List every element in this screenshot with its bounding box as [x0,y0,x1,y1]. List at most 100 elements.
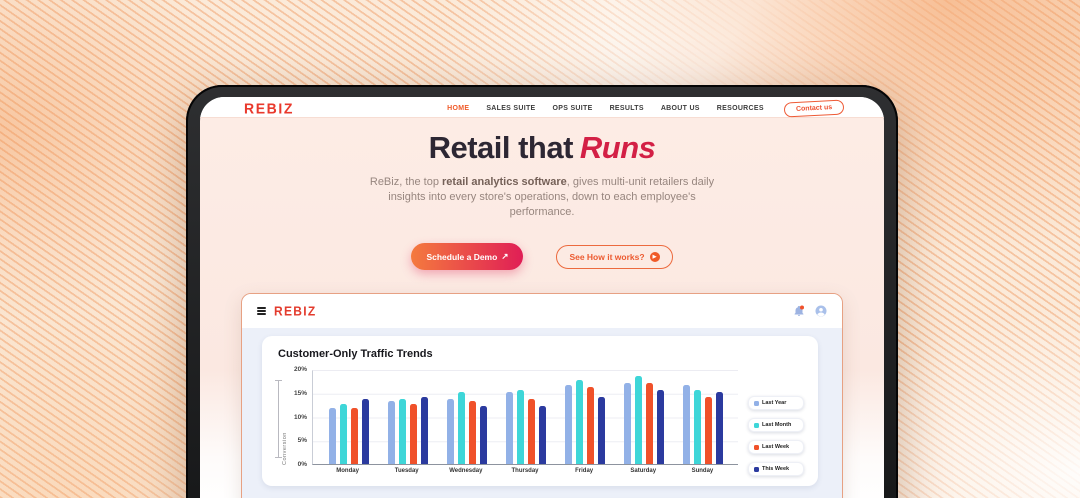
hero-description: ReBiz, the top retail analytics software… [355,175,729,220]
chart-title: Customer-Only Traffic Trends [278,348,804,360]
nav-links: HOME SALES SUITE OPS SUITE RESULTS ABOUT… [447,105,764,112]
bar-last-month[interactable] [458,392,465,464]
nav-item-resources[interactable]: RESOURCES [717,105,764,112]
device-screen: REBIZ HOME SALES SUITE OPS SUITE RESULTS… [200,97,884,498]
bar-this-week[interactable] [539,406,546,464]
nav-item-home[interactable]: HOME [447,105,469,112]
hero-title-main: Retail that [429,130,573,165]
y-tick-label: 15% [290,390,307,397]
bar-this-week[interactable] [657,390,664,464]
bar-last-year[interactable] [506,392,513,464]
bar-last-week[interactable] [469,401,476,464]
y-tick-label: 0% [290,461,307,468]
bar-this-week[interactable] [598,397,605,464]
nav-item-results[interactable]: RESULTS [610,105,644,112]
hamburger-menu-icon[interactable] [257,307,266,315]
legend-label: This Week [762,466,789,472]
x-labels: Monday Tuesday Wednesday Thursday Friday Satu… [312,465,738,474]
bar-group [378,371,437,464]
bar-this-week[interactable] [480,406,487,464]
bar-this-week[interactable] [362,399,369,464]
x-tick-label: Friday [575,468,593,474]
legend-label: Last Week [762,444,789,450]
bar-group [496,371,555,464]
y-axis-title: Conversion [282,370,288,465]
bar-last-month[interactable] [340,404,347,464]
hero-title: Retail thatRuns [200,130,884,166]
site-navbar: REBIZ HOME SALES SUITE OPS SUITE RESULTS… [200,97,884,118]
dashboard-preview: REBIZ Customer-Only Traffic Trends [241,293,843,498]
bar-last-week[interactable] [528,399,535,464]
bar-last-month[interactable] [635,376,642,464]
nav-item-sales-suite[interactable]: SALES SUITE [486,105,535,112]
chart-plot [312,370,738,465]
bar-last-year[interactable] [624,383,631,464]
bar-last-week[interactable] [587,387,594,464]
legend-item[interactable]: This Week [748,462,804,476]
legend-item[interactable]: Last Month [748,418,804,432]
x-label-slot: Saturday [614,468,673,474]
dashboard-header-icons [793,305,827,317]
x-tick-label: Saturday [630,468,656,474]
legend-swatch [754,423,759,428]
arrow-up-right-icon: ↗ [501,251,508,262]
play-icon: ▶ [650,252,660,262]
bar-this-week[interactable] [421,397,428,464]
x-label-slot: Monday [318,468,377,474]
legend-swatch [754,401,759,406]
traffic-trends-card: Customer-Only Traffic Trends Conversion … [262,336,818,486]
hero-title-accent: Runs [580,130,656,165]
legend-swatch [754,467,759,472]
bar-last-week[interactable] [410,404,417,464]
bar-this-week[interactable] [716,392,723,464]
y-tick-label: 20% [290,366,307,373]
bar-last-month[interactable] [694,390,701,464]
x-tick-label: Tuesday [395,468,419,474]
bar-last-year[interactable] [388,401,395,464]
bar-last-month[interactable] [576,380,583,464]
nav-item-ops-suite[interactable]: OPS SUITE [553,105,593,112]
x-tick-label: Thursday [511,468,538,474]
legend-swatch [754,445,759,450]
bar-last-week[interactable] [351,408,358,464]
legend-item[interactable]: Last Week [748,440,804,454]
y-tick-label: 5% [290,437,307,444]
device-frame: REBIZ HOME SALES SUITE OPS SUITE RESULTS… [186,85,898,498]
dashboard-body: Customer-Only Traffic Trends Conversion … [242,328,842,498]
x-label-slot: Wednesday [436,468,495,474]
bar-last-month[interactable] [517,390,524,464]
hero-description-bold: retail analytics software [442,176,567,188]
notification-bell-icon[interactable] [793,305,805,317]
schedule-demo-button[interactable]: Schedule a Demo ↗ [411,243,523,270]
chart-area: Conversion 20%15%10%5%0% MondayTuesdayWe… [276,370,804,476]
dashboard-header: REBIZ [242,294,842,328]
bar-last-month[interactable] [399,399,406,464]
x-label-slot: Friday [555,468,614,474]
hero-section: Retail thatRuns ReBiz, the top retail an… [200,118,884,270]
bar-last-week[interactable] [705,397,712,464]
bar-last-year[interactable] [565,385,572,464]
y-axis-ticks: 20% 15% 10% 5% 0% [290,366,307,468]
x-label-slot: Sunday [673,468,732,474]
user-avatar-icon[interactable] [815,305,827,317]
x-tick-label: Monday [336,468,359,474]
plot-column: Monday Tuesday Wednesday Thursday Friday Satu… [312,370,738,474]
see-how-it-works-button[interactable]: See How it works? ▶ [556,245,672,269]
y-tick-label: 10% [290,414,307,421]
x-tick-label: Sunday [692,468,714,474]
legend-item[interactable]: Last Year [748,396,804,410]
contact-us-button[interactable]: Contact us [783,99,844,117]
bar-last-year[interactable] [329,408,336,464]
bar-group [437,371,496,464]
nav-item-about-us[interactable]: ABOUT US [661,105,700,112]
x-tick-label: Wednesday [449,468,482,474]
x-label-slot: Tuesday [377,468,436,474]
bar-last-week[interactable] [646,383,653,464]
x-label-slot: Thursday [495,468,554,474]
bar-last-year[interactable] [447,399,454,464]
axis-dimension-line [278,380,279,458]
legend-label: Last Month [762,422,791,428]
dashboard-logo: REBIZ [274,303,317,318]
bar-group [555,371,614,464]
bar-last-year[interactable] [683,385,690,464]
